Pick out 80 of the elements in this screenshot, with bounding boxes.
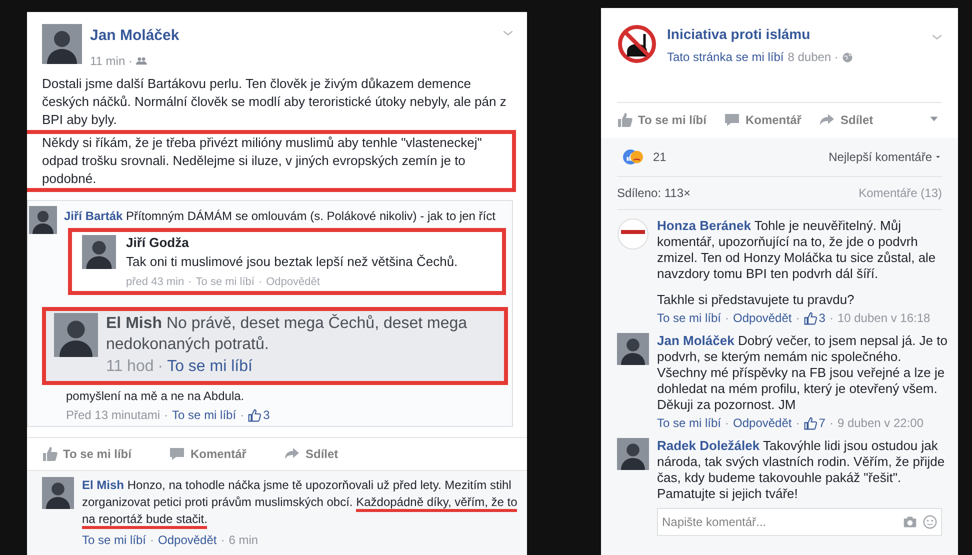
commenter-name[interactable]: Jiří Godža bbox=[126, 232, 458, 252]
friends-icon bbox=[136, 55, 148, 66]
comment-text: El Mish No právě, deset mega Čechů, deset mega nedokonaných potratů. bbox=[106, 313, 468, 355]
thumbs-up-icon bbox=[617, 112, 633, 128]
action-button[interactable]: Sdílet bbox=[284, 445, 338, 463]
comment-text: El Mish Honzo, na tohodle náčka jsme tě upozorňovali už před lety. Mezitím stihl zorganizovat petici proti právům muslimských obcí. Každopádně díky, věřím, že to na reportáž bude stačit. bbox=[82, 477, 521, 528]
comment-meta: 11 hod bbox=[106, 357, 154, 377]
avatar-icon bbox=[28, 206, 58, 234]
comment-meta: Odpovědět bbox=[266, 274, 320, 290]
avatar-icon bbox=[42, 24, 82, 64]
post-time: 11 min · bbox=[90, 52, 132, 70]
separator-dot: · bbox=[240, 407, 244, 424]
like-count: 3 bbox=[804, 309, 826, 327]
comment-text: Jan Moláček Dobrý večer, to jsem nepsal já. Je to podvrh, se kterým nemám nic společného. Všechny mé příspěvky na FB jsou veřejné a lze je dohledat na mém profilu, který je otevřený všem. Děkuji za pozornost. JM bbox=[657, 333, 948, 413]
comment-meta: 10 duben v 16:18 bbox=[837, 310, 930, 327]
avatar-icon bbox=[82, 234, 116, 268]
comment-field[interactable]: Napište komentář... bbox=[657, 508, 942, 536]
post-text: Někdy si říkám, že je třeba přivézt milióny muslimů aby tenhle "vlasteneckej" odpad trošku srovnali. Nedělejme si iluze, v jiných evropských zemín je to podobné. bbox=[42, 134, 483, 188]
thumbs-up-icon bbox=[804, 312, 817, 324]
comment-text: Tak oni ti muslimové jsou beztak lepší než většina Čechů. bbox=[126, 253, 458, 271]
share-count[interactable]: Sdíleno: 113× bbox=[617, 184, 691, 202]
separator-dot: · bbox=[220, 532, 225, 549]
action-button[interactable]: To se mi líbí bbox=[42, 445, 132, 463]
smiley-icon bbox=[923, 515, 937, 529]
separator-dot: · bbox=[796, 310, 800, 327]
speech-bubble-icon bbox=[169, 446, 186, 462]
camera-icon bbox=[903, 515, 917, 529]
comment-text: Radek Doležálek Takovýhle lidi jsou ostudou jak národa, tak svých vlastních rodin. Věřím, že přijde čas, kdy budeme takovouhle pakáž "řešit". Pamatujte si jejich tváře! bbox=[657, 438, 946, 502]
comment-link[interactable]: To se mi líbí bbox=[172, 406, 236, 424]
action-button[interactable]: Komentář bbox=[724, 111, 802, 129]
action-button[interactable]: Sdílet bbox=[819, 111, 874, 129]
comment-meta: 9 duben v 22:00 bbox=[837, 415, 924, 432]
thumbs-up-icon bbox=[804, 416, 817, 430]
separator-dot: · bbox=[188, 274, 192, 290]
avatar-icon bbox=[617, 333, 649, 365]
thumbs-up-icon bbox=[42, 446, 58, 462]
action-button[interactable]: Komentář bbox=[169, 445, 246, 463]
page-like-status[interactable]: Tato stránka se mi líbí bbox=[667, 48, 784, 66]
avatar-icon bbox=[42, 477, 74, 509]
comment-link[interactable]: To se mi líbí bbox=[657, 309, 722, 327]
separator-dot: · bbox=[164, 407, 168, 424]
separator-dot: · bbox=[829, 415, 834, 432]
avatar-icon bbox=[54, 313, 98, 357]
separator-dot: · bbox=[158, 357, 164, 377]
comment-text: Honza Beránek Tohle je neuvěřitelný. Můj komentář, upozorňující na to, že jde o podvrh zmizel. Ten od Honzy Moláčka tu sice zůstal, ale navzdory tomu BPI ten podvrh dál šíří. bbox=[657, 218, 937, 282]
globe-icon bbox=[842, 52, 854, 62]
comment-meta: To se mi líbí bbox=[196, 274, 254, 290]
post-text: Dostali jsme další Bartákovu perlu. Ten člověk je živým důkazem demence českých náčků. Normální člověk se modlí aby teroristické útoky nebyly, ale pán z BPI aby byly. bbox=[41, 74, 508, 128]
reaction-count: 21 bbox=[653, 149, 666, 166]
like-count: 7 bbox=[804, 414, 826, 432]
comment-meta: Před 13 minutami bbox=[66, 407, 160, 424]
thumbs-up-icon bbox=[248, 408, 262, 422]
comment-link[interactable]: To se mi líbí bbox=[82, 531, 146, 549]
post-date: 8 duben · bbox=[788, 49, 838, 66]
separator-dot: · bbox=[725, 415, 730, 432]
comment-meta: 6 min bbox=[228, 532, 258, 549]
comment-text: Takhle si představujete tu pravdu? bbox=[657, 292, 856, 308]
comment-meta: před 43 min bbox=[126, 274, 184, 290]
like-count: 3 bbox=[248, 406, 270, 424]
speech-bubble-icon bbox=[724, 112, 740, 128]
comment-link[interactable]: Odpovědět bbox=[158, 531, 217, 549]
author-name[interactable]: Jan Moláček bbox=[90, 25, 180, 48]
dropdown-arrow-icon bbox=[934, 153, 942, 161]
separator-dot: · bbox=[725, 310, 730, 327]
separator-dot: · bbox=[150, 532, 154, 549]
comment-text: Jiří Barták Přítomným DÁMÁM se omlouvám (s. Polákové nikoliv) - jak to jen říct bbox=[64, 208, 496, 224]
comment-text: pomyšlení na mě a ne na Abdula. bbox=[66, 388, 246, 405]
sort-dropdown[interactable]: Nejlepší komentáře bbox=[828, 148, 942, 166]
separator-dot: · bbox=[829, 310, 834, 327]
comment-link[interactable]: Odpovědět bbox=[733, 309, 792, 327]
page-name[interactable]: Iniciativa proti islámu bbox=[667, 24, 854, 45]
comment-link[interactable]: Odpovědět bbox=[733, 414, 792, 432]
comment-link[interactable]: To se mi líbí bbox=[657, 414, 722, 432]
separator-dot: · bbox=[796, 415, 800, 432]
action-button[interactable]: To se mi líbí bbox=[617, 111, 706, 129]
separator-dot: · bbox=[258, 274, 262, 290]
comment-link[interactable]: To se mi líbí bbox=[167, 355, 252, 379]
no-mosque-logo bbox=[617, 24, 657, 64]
comment-input[interactable]: Napište komentář... bbox=[662, 513, 903, 531]
avatar-icon bbox=[617, 438, 649, 470]
